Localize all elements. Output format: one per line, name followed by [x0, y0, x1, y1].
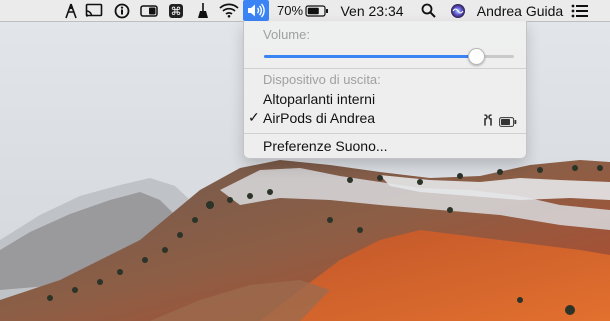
- output-device-label: Dispositivo di uscita:: [263, 72, 381, 87]
- toggle-icon[interactable]: [138, 0, 160, 21]
- volume-menu: Volume: Dispositivo di uscita: Altoparla…: [243, 21, 527, 159]
- siri-icon[interactable]: [448, 0, 468, 21]
- battery-icon[interactable]: [304, 0, 330, 21]
- device-item-label: Altoparlanti interni: [263, 91, 376, 107]
- volume-icon[interactable]: [243, 0, 269, 21]
- airdrop-icon[interactable]: [62, 0, 80, 21]
- command-icon[interactable]: ⌘: [166, 0, 186, 21]
- airpods-icon: [482, 113, 496, 131]
- device-item-internal-speakers[interactable]: Altoparlanti interni: [244, 90, 526, 110]
- separator: [244, 68, 526, 69]
- clock[interactable]: Ven 23:34: [336, 0, 408, 21]
- user-name[interactable]: Andrea Guida: [474, 0, 566, 21]
- cast-icon[interactable]: [84, 0, 104, 21]
- device-item-airpods[interactable]: ✓ AirPods di Andrea: [244, 109, 526, 129]
- volume-slider[interactable]: [264, 48, 514, 65]
- sound-preferences-label: Preferenze Suono...: [263, 138, 388, 154]
- airpods-battery-icon: [499, 114, 517, 132]
- device-item-label: AirPods di Andrea: [263, 110, 376, 126]
- svg-text:⌘: ⌘: [171, 5, 182, 18]
- separator: [244, 133, 526, 134]
- menu-bar: ⌘ 70% Ven 23:34 Andrea Guida: [0, 0, 610, 22]
- checkmark-icon: ✓: [248, 109, 260, 125]
- search-icon[interactable]: [418, 0, 438, 21]
- wifi-icon[interactable]: [218, 0, 240, 21]
- volume-slider-knob[interactable]: [468, 48, 485, 65]
- sound-preferences-item[interactable]: Preferenze Suono...: [244, 137, 526, 157]
- info-icon[interactable]: [112, 0, 132, 21]
- broom-icon[interactable]: [193, 0, 213, 21]
- list-icon[interactable]: [569, 0, 591, 21]
- volume-label: Volume:: [263, 27, 310, 42]
- battery-percent[interactable]: 70%: [275, 0, 305, 21]
- volume-slider-fill: [264, 55, 476, 58]
